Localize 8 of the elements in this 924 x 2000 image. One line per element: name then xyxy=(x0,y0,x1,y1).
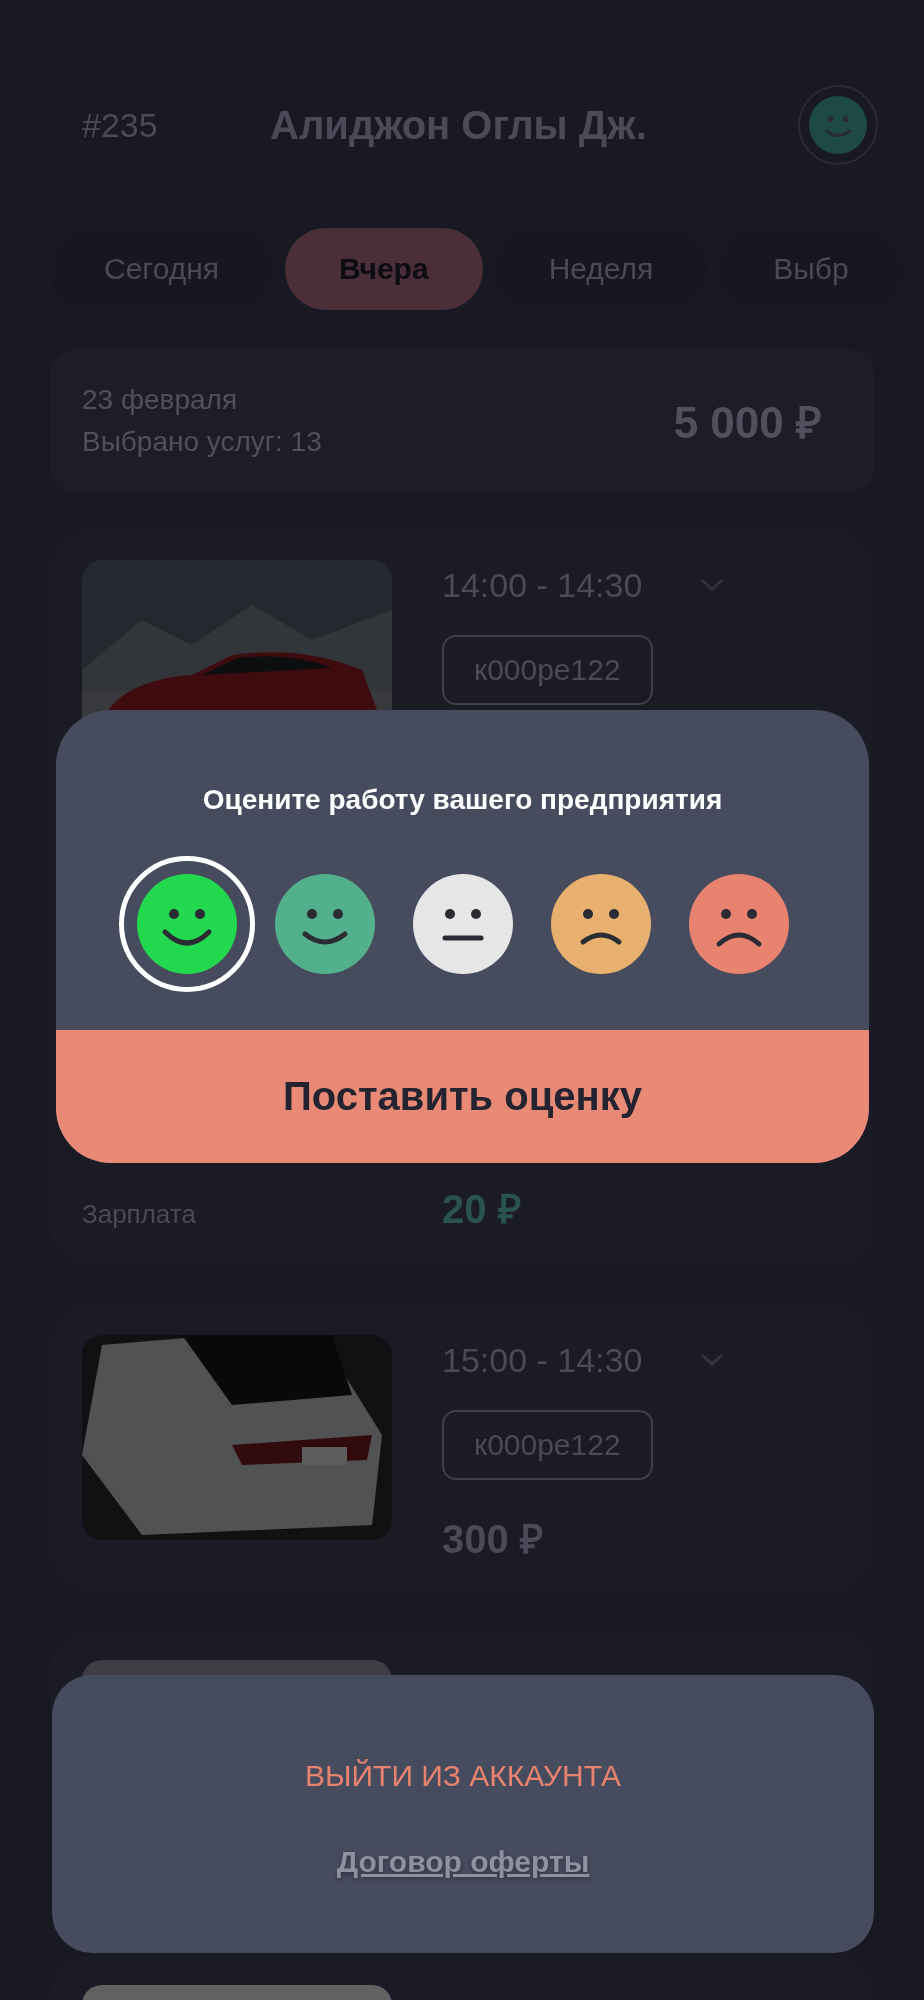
period-tab[interactable]: Вчера xyxy=(285,228,483,310)
submit-rating-button[interactable]: Поставить оценку xyxy=(56,1030,869,1163)
avatar-button[interactable] xyxy=(798,85,878,165)
logout-button[interactable]: ВЫЙТИ ИЗ АККАУНТА xyxy=(296,1755,630,1797)
offer-agreement-link[interactable]: Договор оферты xyxy=(336,1845,590,1879)
smiling-face-icon xyxy=(809,96,867,154)
rating-option[interactable] xyxy=(118,856,255,992)
modal-title: Оцените работу вашего предприятия xyxy=(201,784,724,816)
